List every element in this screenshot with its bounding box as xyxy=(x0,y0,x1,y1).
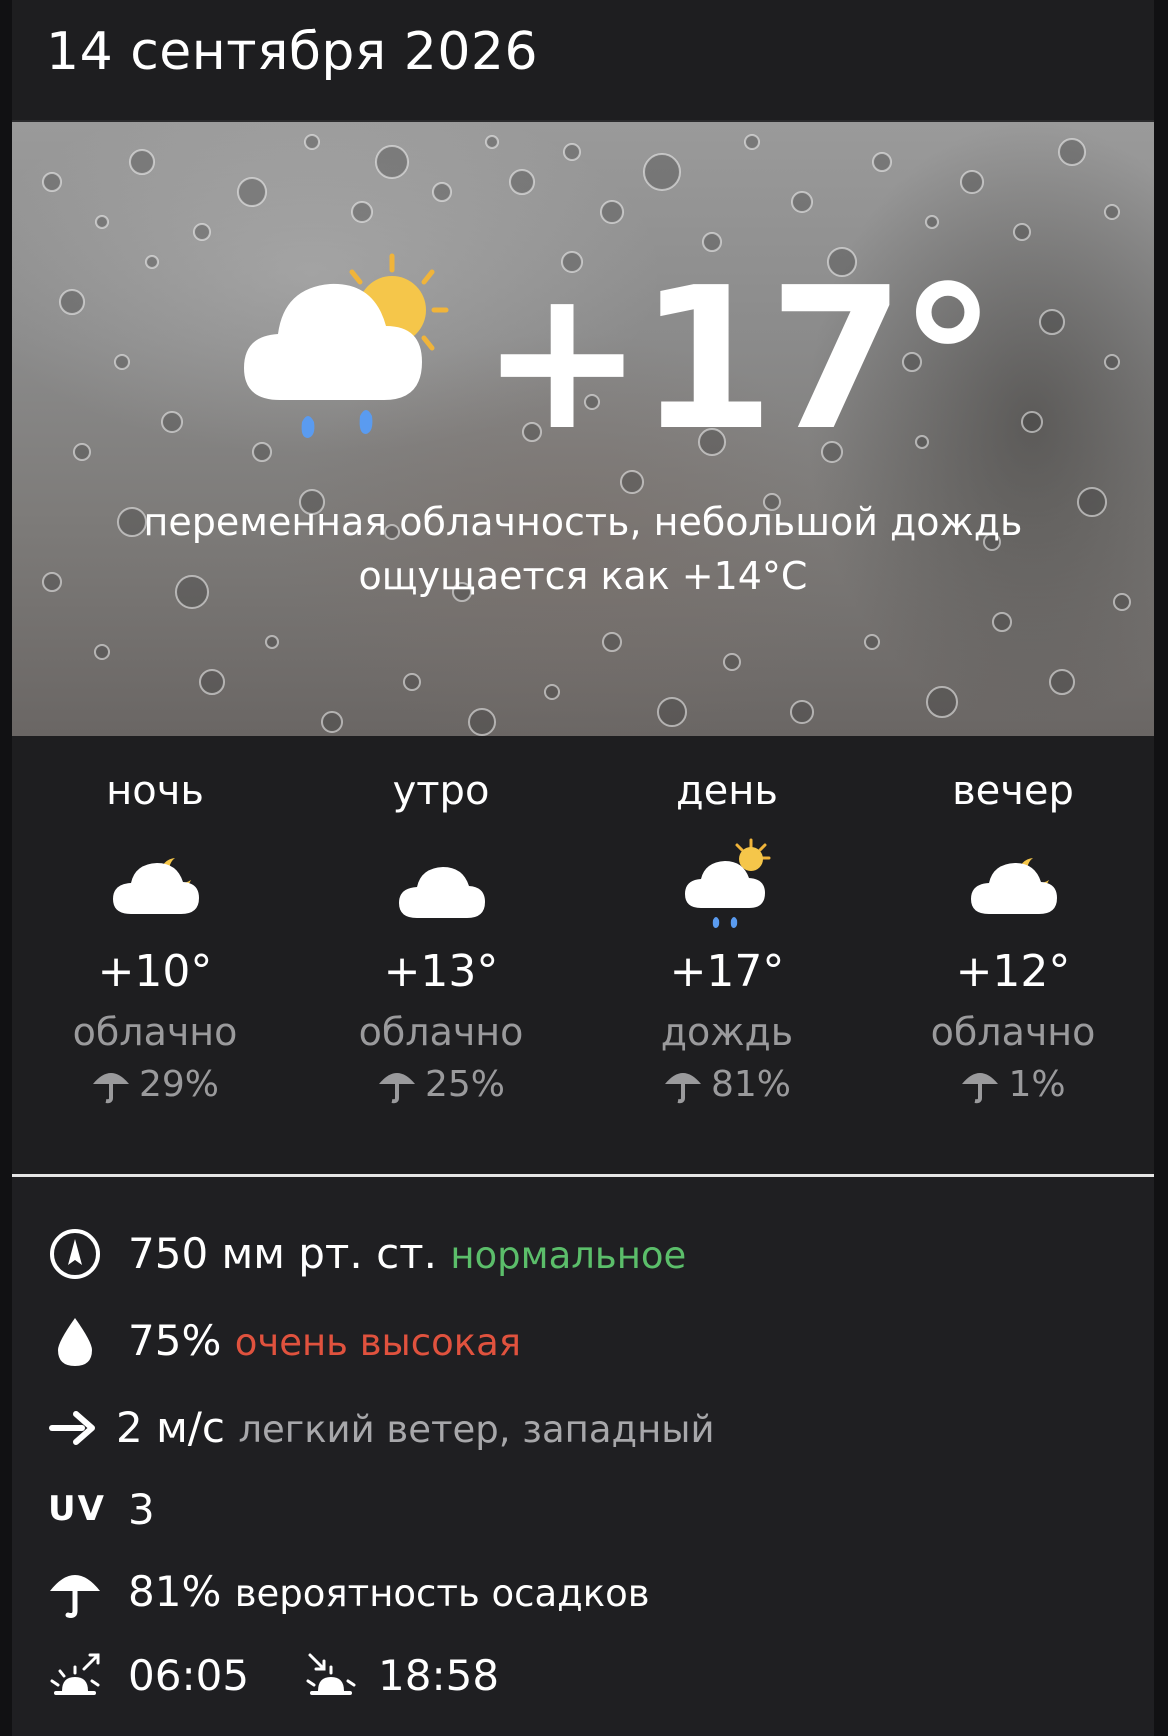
pressure-value: 750 мм рт. ст. xyxy=(128,1229,437,1278)
weather-details: 750 мм рт. ст. нормальное 75% очень высо… xyxy=(12,1177,1154,1736)
period-temperature: +17° xyxy=(669,946,785,997)
cloud-icon xyxy=(399,867,485,918)
period-label: ночь xyxy=(106,768,204,814)
wind-description: легкий ветер, западный xyxy=(238,1408,715,1451)
current-temperature: +17° xyxy=(480,246,997,474)
umbrella-icon xyxy=(378,1073,415,1104)
sunset-icon xyxy=(306,1653,356,1695)
umbrella-icon xyxy=(664,1073,701,1104)
drop-icon xyxy=(58,1318,92,1366)
compass-icon xyxy=(50,1229,100,1279)
cloud-moon-icon xyxy=(971,858,1057,914)
precipitation-value: 81% xyxy=(128,1567,222,1616)
period-precipitation: 25% xyxy=(298,1064,584,1105)
umbrella-icon xyxy=(92,1073,129,1104)
period-precipitation: 29% xyxy=(12,1064,298,1105)
period-label: день xyxy=(676,768,778,814)
sunrise-time: 06:05 xyxy=(128,1651,250,1700)
uv-label: UV xyxy=(48,1489,106,1529)
period-condition: облачно xyxy=(358,1010,524,1054)
current-weather-panel: +17° переменная облачность, небольшой до… xyxy=(12,122,1154,736)
date-title: 14 сентября 2026 xyxy=(46,22,539,82)
wind-value: 2 м/с xyxy=(116,1403,225,1452)
sunrise-icon xyxy=(50,1653,100,1695)
period-label: вечер xyxy=(952,768,1074,814)
period-condition: дождь xyxy=(660,1010,794,1054)
date-header: 14 сентября 2026 xyxy=(12,0,1154,122)
precipitation-description: вероятность осадков xyxy=(234,1572,650,1615)
period-morning[interactable]: утро +13° облачно 25% xyxy=(298,736,584,1156)
humidity-status: очень высокая xyxy=(234,1321,522,1364)
period-temperature: +13° xyxy=(383,946,499,997)
cloud-sun-rain-icon xyxy=(685,838,771,928)
uv-value: 3 xyxy=(128,1485,155,1534)
weather-screen: 14 сентября 2026 +17° переменная облачно… xyxy=(0,0,1168,1736)
right-border xyxy=(1154,0,1168,1736)
current-condition: переменная облачность, небольшой дождь xyxy=(143,500,1023,544)
feels-like: ощущается как +14°C xyxy=(358,554,808,598)
partly-cloudy-rain-icon xyxy=(244,253,449,438)
pressure-status: нормальное xyxy=(450,1234,687,1277)
period-temperature: +10° xyxy=(97,946,213,997)
period-label: утро xyxy=(392,768,490,814)
umbrella-icon xyxy=(962,1073,999,1104)
period-temperature: +12° xyxy=(955,946,1071,997)
period-precipitation: 1% xyxy=(870,1064,1156,1105)
arrow-right-icon xyxy=(49,1411,95,1445)
sunset-time: 18:58 xyxy=(378,1651,500,1700)
period-condition: облачно xyxy=(72,1010,238,1054)
period-precipitation: 81% xyxy=(584,1064,870,1105)
period-evening[interactable]: вечер +12° облачно 1% xyxy=(870,736,1156,1156)
left-border xyxy=(0,0,12,1736)
period-night[interactable]: ночь +10° облачно 29% xyxy=(12,736,298,1156)
cloud-moon-icon xyxy=(113,858,199,914)
day-periods: ночь +10° облачно 29% утро +13° облачно … xyxy=(12,736,1154,1176)
period-condition: облачно xyxy=(930,1010,1096,1054)
umbrella-icon xyxy=(50,1575,100,1618)
period-day[interactable]: день +17° дождь 81% xyxy=(584,736,870,1156)
humidity-value: 75% xyxy=(128,1316,222,1365)
